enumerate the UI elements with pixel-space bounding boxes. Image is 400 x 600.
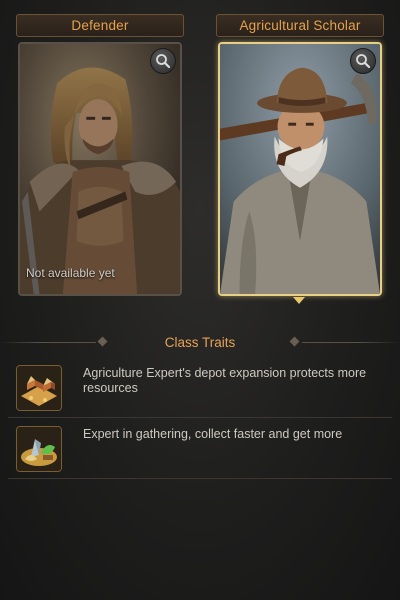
zoom-button-defender[interactable] bbox=[150, 48, 176, 74]
section-divider-right bbox=[302, 342, 400, 343]
trait-text-gathering: Expert in gathering, collect faster and … bbox=[83, 427, 343, 441]
trait-divider bbox=[8, 417, 392, 418]
unavailable-label: Not available yet bbox=[26, 266, 115, 280]
depot-buildings-icon bbox=[16, 365, 62, 411]
class-card-agricultural-scholar[interactable]: Agricultural Scholar bbox=[216, 14, 384, 296]
magnifier-icon bbox=[356, 54, 371, 69]
card-title-agricultural-scholar: Agricultural Scholar bbox=[216, 14, 384, 37]
gathering-resources-icon bbox=[16, 426, 62, 472]
trait-divider bbox=[8, 478, 392, 479]
trait-text-depot: Agriculture Expert's depot expansion pro… bbox=[83, 366, 367, 395]
trait-row-gathering: Expert in gathering, collect faster and … bbox=[8, 421, 392, 479]
portrait-frame-agricultural-scholar[interactable] bbox=[218, 42, 382, 296]
defender-portrait bbox=[20, 44, 180, 294]
magnifier-icon bbox=[156, 54, 171, 69]
trait-row-depot: Agriculture Expert's depot expansion pro… bbox=[8, 360, 392, 418]
selected-indicator-arrow bbox=[293, 297, 305, 304]
class-card-defender[interactable]: Defender Not available yet bbox=[16, 14, 184, 296]
agricultural-scholar-portrait bbox=[220, 44, 380, 294]
card-title-defender: Defender bbox=[16, 14, 184, 37]
zoom-button-agricultural-scholar[interactable] bbox=[350, 48, 376, 74]
portrait-frame-defender[interactable]: Not available yet bbox=[18, 42, 182, 296]
